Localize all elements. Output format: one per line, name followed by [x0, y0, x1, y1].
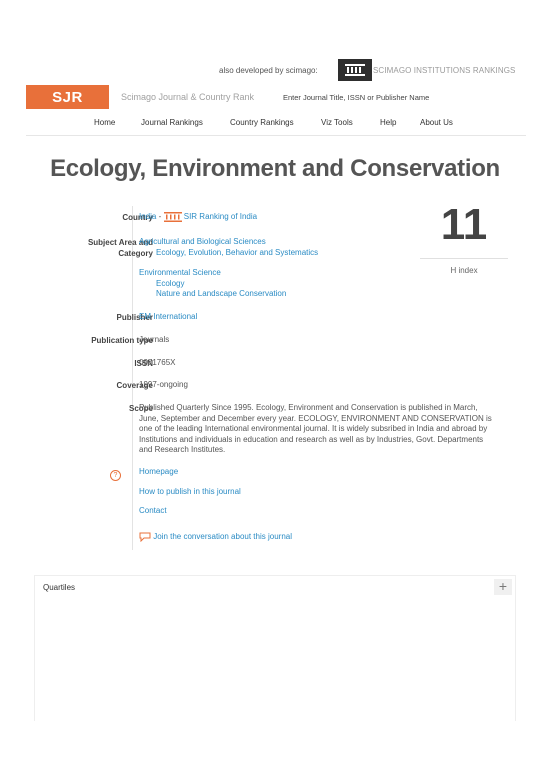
- subject-category-link[interactable]: Ecology: [139, 279, 184, 288]
- main-nav: Home Journal Rankings Country Rankings V…: [26, 118, 526, 136]
- subject-area-link[interactable]: Environmental Science: [139, 268, 221, 277]
- country-link[interactable]: India: [139, 212, 156, 221]
- subject-category-link[interactable]: Ecology, Evolution, Behavior and Systema…: [139, 248, 318, 257]
- issn-label: ISSN: [134, 359, 153, 368]
- country-separator: -: [158, 212, 162, 222]
- top-bar: also developed by scimago: SCIMAGO INSTI…: [0, 57, 550, 85]
- h-index-divider: [420, 258, 508, 259]
- help-icon[interactable]: ?: [110, 470, 121, 481]
- nav-viz-tools[interactable]: Viz Tools: [321, 118, 353, 127]
- site-subtitle[interactable]: Scimago Journal & Country Rank: [121, 92, 254, 102]
- subject-values: Agricultural and Biological Sciences Eco…: [139, 237, 318, 258]
- quartiles-title: Quartiles: [43, 583, 76, 592]
- sir-ranking-link[interactable]: SIR Ranking of India: [184, 212, 257, 221]
- pubtype-label: Publication type: [91, 336, 153, 345]
- search-input[interactable]: Enter Journal Title, ISSN or Publisher N…: [283, 93, 429, 102]
- quartiles-panel: Quartiles +: [34, 575, 516, 721]
- country-label: Country: [122, 213, 153, 222]
- nav-help[interactable]: Help: [380, 118, 396, 127]
- homepage-link[interactable]: Homepage: [139, 467, 178, 478]
- nav-about-us[interactable]: About Us: [420, 118, 453, 127]
- comment-icon: [139, 532, 151, 543]
- site-header: SJR Scimago Journal & Country Rank Enter…: [26, 85, 526, 109]
- how-to-publish-link[interactable]: How to publish in this journal: [139, 487, 241, 498]
- nav-home[interactable]: Home: [94, 118, 115, 127]
- scimago-institution-icon[interactable]: [338, 59, 372, 81]
- scope-label: Scope: [128, 404, 153, 413]
- sjr-logo[interactable]: SJR: [26, 85, 109, 109]
- conversation-value: Join the conversation about this journal: [139, 532, 292, 543]
- also-developed-text: also developed by scimago:: [219, 66, 318, 75]
- subject-area-link[interactable]: Agricultural and Biological Sciences: [139, 237, 266, 246]
- scope-text: Published Quarterly Since 1995. Ecology,…: [139, 403, 492, 454]
- publisher-label: Publisher: [116, 313, 153, 322]
- subject-category-link[interactable]: Nature and Landscape Conservation: [139, 289, 286, 298]
- expand-button[interactable]: +: [494, 579, 512, 595]
- sir-ranking-icon: [163, 212, 182, 222]
- nav-country-rankings[interactable]: Country Rankings: [230, 118, 294, 127]
- contact-link[interactable]: Contact: [139, 506, 167, 517]
- issn-value: 0971765X: [139, 358, 176, 367]
- conversation-link[interactable]: Join the conversation about this journal: [153, 532, 292, 541]
- institutions-rankings-link[interactable]: SCIMAGO INSTITUTIONS RANKINGS: [373, 66, 515, 75]
- columns-icon: [345, 64, 365, 76]
- h-index-value: 11: [440, 200, 488, 249]
- nav-journal-rankings[interactable]: Journal Rankings: [141, 118, 203, 127]
- subject-values-2: Environmental Science Ecology Nature and…: [139, 268, 286, 300]
- h-index-label: H index: [450, 266, 478, 275]
- page-title: Ecology, Environment and Conservation: [50, 155, 500, 182]
- coverage-label: Coverage: [116, 381, 153, 390]
- pubtype-value: Journals: [139, 335, 170, 344]
- country-value: India - SIR Ranking of India: [139, 212, 257, 223]
- coverage-value: 1997-ongoing: [139, 380, 188, 389]
- publisher-link[interactable]: EM International: [139, 312, 197, 323]
- subject-label: Subject Area and Category: [87, 238, 153, 258]
